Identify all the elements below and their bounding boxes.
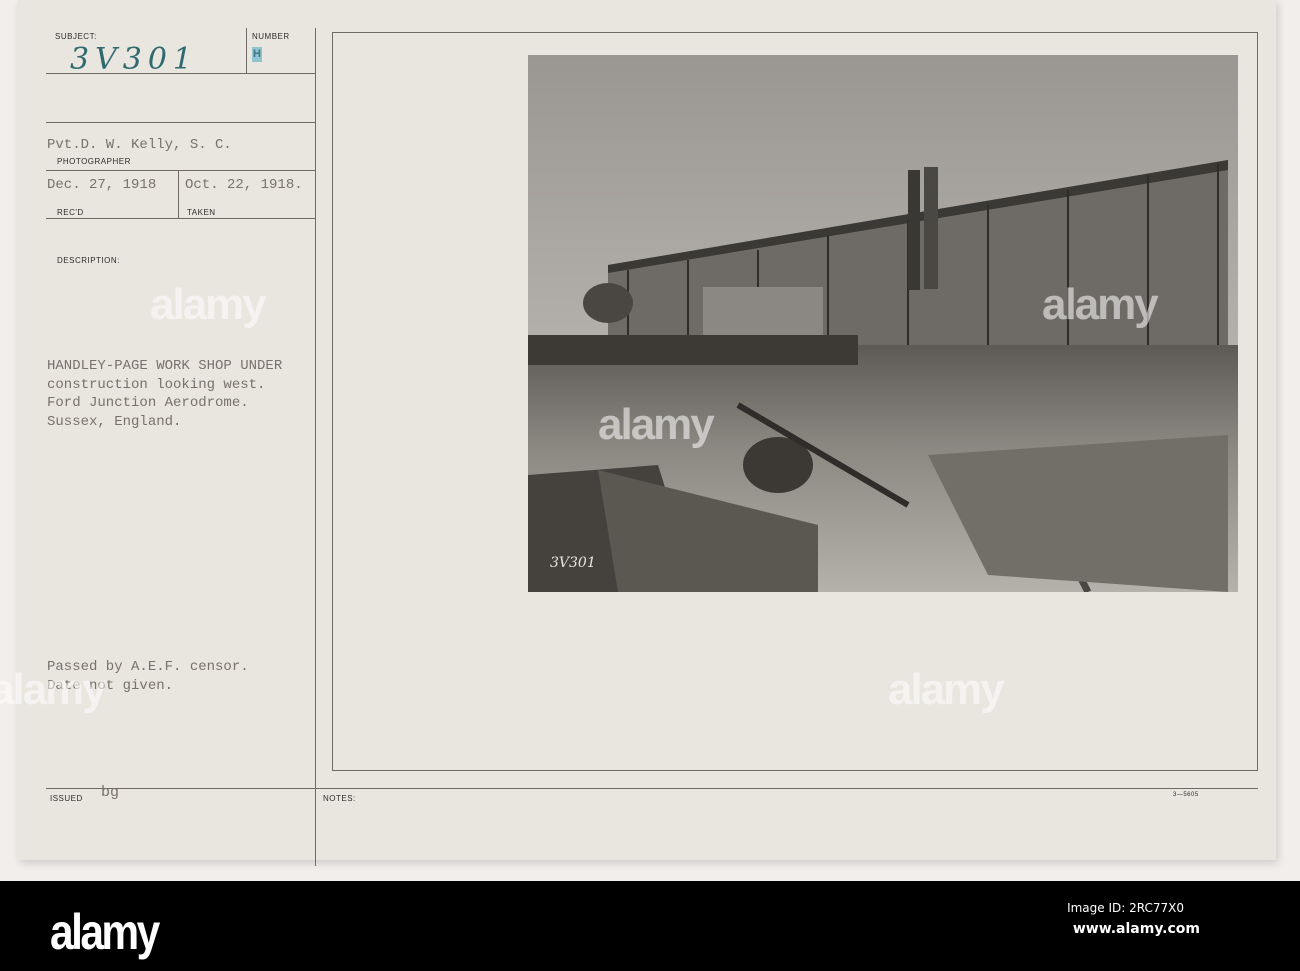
date-cell-divider <box>178 170 179 218</box>
number-stamp: H <box>252 47 262 62</box>
issued-value: bg <box>101 784 120 801</box>
photographer-label: PHOTOGRAPHER <box>57 157 131 166</box>
description-line: Sussex, England. <box>47 414 182 430</box>
number-cell-divider <box>246 28 247 73</box>
watermark: alamy <box>150 280 267 329</box>
description-line: Ford Junction Aerodrome. <box>47 395 249 411</box>
description-label: DESCRIPTION: <box>57 256 120 265</box>
watermark: alamy <box>0 665 107 714</box>
notes-label: NOTES: <box>323 794 356 803</box>
divider <box>46 218 315 219</box>
website-link[interactable]: www.alamy.com <box>1073 921 1200 937</box>
divider <box>46 122 315 123</box>
subject-number: 3V301 <box>70 42 199 77</box>
description-line: HANDLEY-PAGE WORK SHOP UNDER <box>47 358 283 374</box>
issued-label: ISSUED <box>50 794 83 803</box>
received-date: Dec. 27, 1918 <box>47 177 157 193</box>
received-label: REC'D <box>57 208 84 217</box>
alamy-logo: alamy <box>50 904 160 960</box>
taken-date: Oct. 22, 1918. <box>185 177 303 193</box>
image-id: Image ID: 2RC77X0 <box>1067 901 1184 915</box>
photo-inscription: 3V301 <box>550 555 596 571</box>
watermark: alamy <box>1042 280 1159 329</box>
divider <box>46 170 315 171</box>
taken-label: TAKEN <box>187 208 216 217</box>
description-line: construction looking west. <box>47 377 266 393</box>
subject-label: SUBJECT: <box>55 32 97 41</box>
watermark: alamy <box>888 665 1005 714</box>
bottom-divider <box>46 788 1258 789</box>
number-label: NUMBER <box>252 32 290 41</box>
watermark: alamy <box>598 400 715 449</box>
column-divider <box>315 28 316 866</box>
form-number: 3—5605 <box>1173 792 1199 798</box>
photographer-name: Pvt.D. W. Kelly, S. C. <box>47 137 232 153</box>
footer-banner: alamy Image ID: 2RC77X0 www.alamy.com <box>0 881 1300 971</box>
